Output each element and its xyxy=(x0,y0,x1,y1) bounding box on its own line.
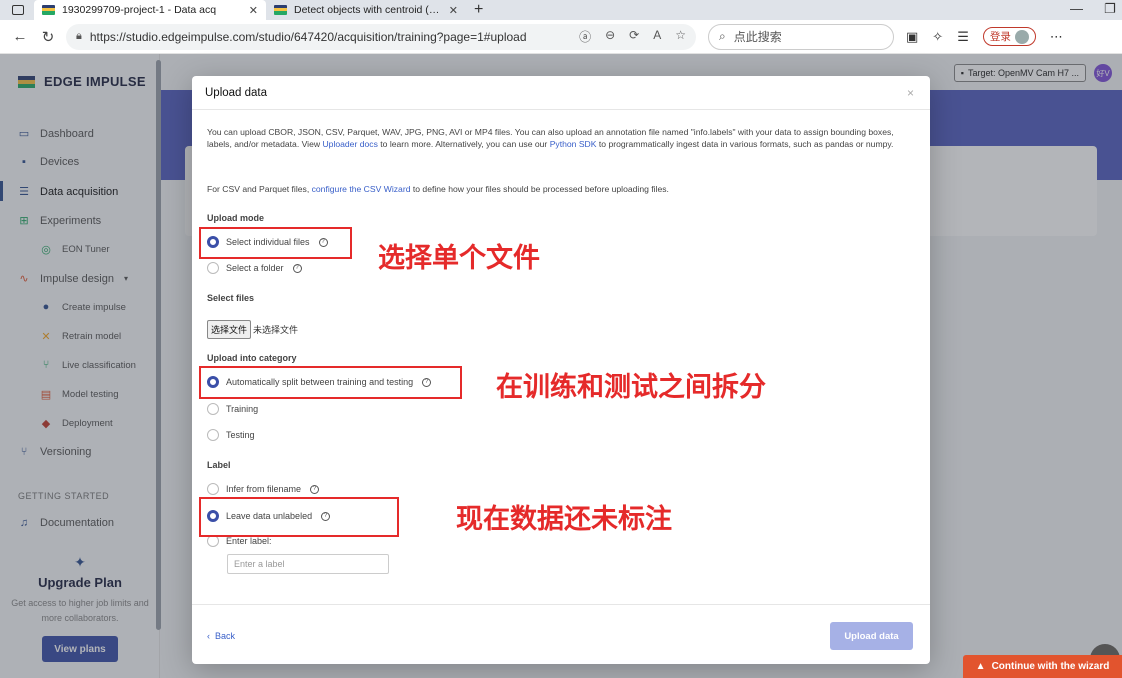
zoom-icon[interactable]: ⊖ xyxy=(605,28,615,45)
radio-label: Select a folder xyxy=(226,263,284,273)
extension-icon[interactable]: ⟳ xyxy=(629,28,639,45)
radio-select-folder[interactable]: Select a folder ? xyxy=(207,262,302,274)
radio-label: Infer from filename xyxy=(226,484,302,494)
lock-icon: 🔒︎ xyxy=(76,30,82,42)
browser-tab-active[interactable]: 1930299709-project-1 - Data acq ✕ xyxy=(34,0,266,20)
annotation-split: 在训练和测试之间拆分 xyxy=(496,372,766,403)
radio-button[interactable] xyxy=(207,483,219,495)
dialog-footer: ‹ Back Upload data xyxy=(192,604,930,664)
continue-wizard-button[interactable]: ▲ Continue with the wizard xyxy=(963,655,1122,678)
help-icon[interactable]: ? xyxy=(292,263,302,273)
file-picker[interactable]: 选择文件 未选择文件 xyxy=(207,320,298,339)
back-link[interactable]: ‹ Back xyxy=(207,631,235,641)
radio-label: Testing xyxy=(226,430,255,440)
wizard-icon: ▲ xyxy=(975,661,986,672)
avatar xyxy=(1014,29,1029,44)
uploader-docs-link[interactable]: Uploader docs xyxy=(322,139,377,149)
radio-training[interactable]: Training xyxy=(207,403,258,415)
annotation-box-individual-files xyxy=(199,227,352,259)
label-input[interactable]: Enter a label xyxy=(227,554,389,574)
dialog-title: Upload data xyxy=(205,87,268,99)
read-aloud-icon[interactable]: ⓐ xyxy=(579,28,591,45)
address-actions: ⓐ ⊖ ⟳ A ☆ xyxy=(579,28,686,45)
close-icon[interactable]: ✕ xyxy=(449,4,458,17)
intro-text: to learn more. Alternatively, you can us… xyxy=(377,139,550,149)
file-status: 未选择文件 xyxy=(253,325,299,335)
help-icon[interactable]: ? xyxy=(310,484,320,494)
font-icon[interactable]: A xyxy=(653,28,661,45)
upload-mode-label: Upload mode xyxy=(207,213,265,223)
annotation-unlabeled: 现在数据还未标注 xyxy=(456,504,672,535)
csv-text: For CSV and Parquet files, xyxy=(207,184,312,194)
reload-icon[interactable]: ↻ xyxy=(34,28,62,46)
collections-icon[interactable]: ▣ xyxy=(906,29,918,45)
restore-icon[interactable]: ❐ xyxy=(1104,1,1116,17)
search-placeholder: 点此搜索 xyxy=(733,30,782,44)
annotation-select-files: 选择单个文件 xyxy=(378,243,540,274)
browser-right-tools: ▣ ✧ ☰ 登录 ⋯ xyxy=(906,27,1063,46)
upload-category-label: Upload into category xyxy=(207,353,297,363)
back-label: Back xyxy=(215,631,236,641)
favorites-icon[interactable]: ☰ xyxy=(957,29,969,45)
tab-title: 1930299709-project-1 - Data acq xyxy=(62,4,217,16)
wizard-label: Continue with the wizard xyxy=(991,661,1110,672)
dialog-header: Upload data × xyxy=(192,76,930,110)
search-input[interactable]: ⌕ 点此搜索 xyxy=(708,23,894,50)
browser-tab[interactable]: Detect objects with centroid (FO ✕ xyxy=(266,0,466,20)
more-icon[interactable]: ⋯ xyxy=(1050,29,1063,45)
new-tab-icon[interactable]: + xyxy=(474,1,483,19)
radio-infer-from-filename[interactable]: Infer from filename ? xyxy=(207,483,320,495)
close-icon[interactable]: × xyxy=(907,86,914,100)
close-icon[interactable]: ✕ xyxy=(249,4,258,17)
back-arrow-icon[interactable]: ← xyxy=(6,28,34,45)
browser-tab-bar: 1930299709-project-1 - Data acq ✕ Detect… xyxy=(0,0,1122,20)
radio-label: Enter label: xyxy=(226,536,272,546)
radio-button[interactable] xyxy=(207,429,219,441)
edge-impulse-favicon-icon xyxy=(274,5,287,15)
csv-text: to define how your files should be proce… xyxy=(410,184,669,194)
csv-wizard-link[interactable]: configure the CSV Wizard xyxy=(312,184,411,194)
radio-testing[interactable]: Testing xyxy=(207,429,255,441)
favorite-star-icon[interactable]: ☆ xyxy=(675,28,686,45)
chevron-left-icon: ‹ xyxy=(207,631,210,641)
annotation-box-unlabeled xyxy=(199,497,399,537)
intro-text: to programmatically ingest data in vario… xyxy=(596,139,894,149)
select-files-label: Select files xyxy=(207,293,255,303)
annotation-box-auto-split xyxy=(199,366,462,399)
address-bar[interactable]: 🔒︎ https://studio.edgeimpulse.com/studio… xyxy=(66,23,696,50)
radio-label: Training xyxy=(226,404,259,414)
label-section-label: Label xyxy=(207,460,231,470)
browser-toolbar: ← ↻ 🔒︎ https://studio.edgeimpulse.com/st… xyxy=(0,20,1122,54)
minimize-icon[interactable]: — xyxy=(1070,1,1083,16)
upload-data-button[interactable]: Upload data xyxy=(830,622,913,650)
extensions-icon[interactable]: ✧ xyxy=(932,29,943,45)
search-icon: ⌕ xyxy=(719,29,726,43)
tab-title: Detect objects with centroid (FO xyxy=(294,4,443,16)
radio-button[interactable] xyxy=(207,403,219,415)
tab-actions-icon[interactable] xyxy=(12,5,24,15)
choose-file-button[interactable]: 选择文件 xyxy=(207,320,252,339)
login-label: 登录 xyxy=(989,31,1011,43)
python-sdk-link[interactable]: Python SDK xyxy=(550,139,597,149)
radio-button[interactable] xyxy=(207,262,219,274)
url-text: https://studio.edgeimpulse.com/studio/64… xyxy=(89,29,527,44)
csv-paragraph: For CSV and Parquet files, configure the… xyxy=(207,183,912,195)
intro-paragraph: You can upload CBOR, JSON, CSV, Parquet,… xyxy=(207,126,912,150)
edge-impulse-favicon-icon xyxy=(42,5,55,15)
login-button[interactable]: 登录 xyxy=(982,27,1036,46)
